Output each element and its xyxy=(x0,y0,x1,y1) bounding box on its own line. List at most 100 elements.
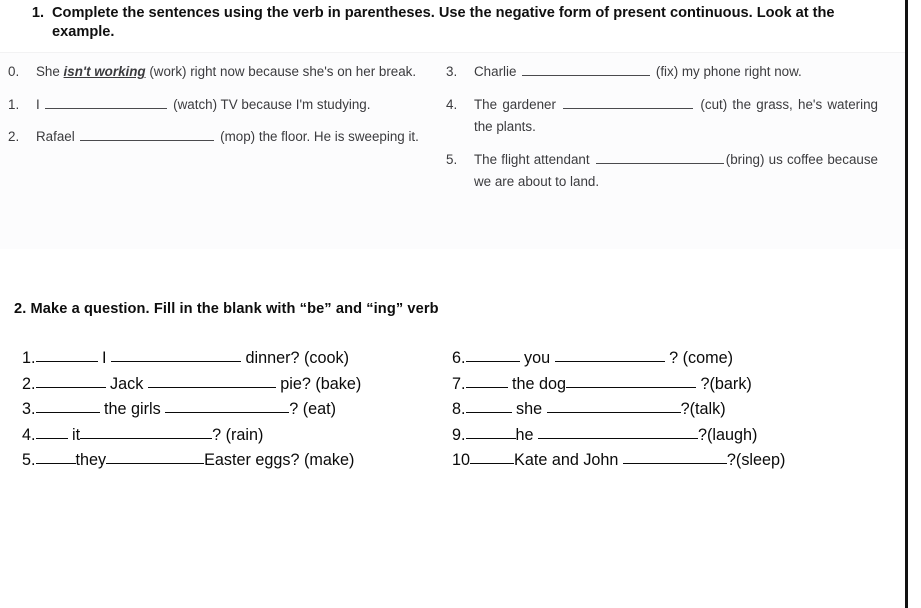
exercise-1-item-text: Charlie (fix) my phone right now. xyxy=(474,61,878,84)
sentence-suffix: (fix) my phone right now. xyxy=(652,64,802,79)
object-and-cue-text: ?(sleep) xyxy=(726,451,786,470)
object-and-cue-text: ? (rain) xyxy=(212,425,264,444)
exercise-2-item: 1. I dinner? (cook) xyxy=(22,346,361,372)
exercise-1-item: 2. Rafael (mop) the floor. He is sweeping… xyxy=(8,126,432,149)
subject-text: she xyxy=(511,400,547,419)
exercise-2-item-number: 3. xyxy=(22,400,36,419)
exercise-2-item: 2. Jack pie? (bake) xyxy=(22,372,361,398)
ing-verb-blank[interactable] xyxy=(546,398,681,414)
subject-text: Kate and John xyxy=(514,451,623,470)
exercise-2-item: 6. you ? (come) xyxy=(452,346,785,372)
answer-blank[interactable] xyxy=(45,95,168,109)
exercise-2-item-number: 7. xyxy=(452,374,466,393)
be-verb-blank[interactable] xyxy=(465,373,508,388)
subject-text: Jack xyxy=(105,374,148,393)
be-verb-blank[interactable] xyxy=(465,424,516,439)
exercise-2-item-number: 4. xyxy=(22,425,36,444)
subject-text: the girls xyxy=(99,400,166,419)
exercise-1-item-number: 4. xyxy=(446,96,458,112)
ing-verb-blank[interactable] xyxy=(80,424,213,439)
be-verb-blank[interactable] xyxy=(35,347,98,362)
sentence-prefix: Rafael xyxy=(36,129,79,144)
exercise-2-item-number: 5. xyxy=(22,451,36,470)
exercise-2-item-number: 6. xyxy=(452,349,466,367)
sentence-prefix: Charlie xyxy=(474,64,521,79)
be-verb-blank[interactable] xyxy=(35,424,68,439)
subject-text: they xyxy=(75,451,107,470)
subject-text: I xyxy=(97,349,112,367)
exercise-2-item: 7. the dog ?(bark) xyxy=(452,372,785,398)
exercise-1-item-number: 3. xyxy=(446,64,458,79)
exercise-2-item-number: 2. xyxy=(22,374,36,393)
exercise-2-item-number: 9. xyxy=(452,425,466,444)
object-and-cue-text: dinner? (cook) xyxy=(241,349,350,367)
ing-verb-blank[interactable] xyxy=(106,449,205,465)
exercise-2-item: 3. the girls ? (eat) xyxy=(22,397,361,423)
ing-verb-blank[interactable] xyxy=(165,398,290,414)
ing-verb-blank[interactable] xyxy=(111,347,242,362)
instruction-1: 1. Complete the sentences using the verb… xyxy=(18,4,878,42)
page-scan-edge xyxy=(905,0,908,608)
sentence-suffix: (work) right now because she's on her br… xyxy=(145,64,417,79)
ing-verb-blank[interactable] xyxy=(147,373,276,388)
instruction-1-text: Complete the sentences using the verb in… xyxy=(52,5,835,40)
exercise-1-item-number: 5. xyxy=(446,151,458,167)
example-answer: isn't working xyxy=(63,64,146,79)
exercise-1-right-column: 3. Charlie (fix) my phone right now. 4. The… xyxy=(446,61,878,204)
be-verb-blank[interactable] xyxy=(465,398,512,414)
be-verb-blank[interactable] xyxy=(465,347,520,362)
be-verb-blank[interactable] xyxy=(470,449,515,465)
object-and-cue-text: pie? (bake) xyxy=(275,374,362,393)
exercise-1-item-text: I (watch) TV because I'm studying. xyxy=(36,94,432,117)
sentence-suffix: (mop) the floor. He is sweeping it. xyxy=(216,129,419,144)
ing-verb-blank[interactable] xyxy=(538,424,699,439)
be-verb-blank[interactable] xyxy=(35,398,100,414)
object-and-cue-text: ? (eat) xyxy=(289,400,336,419)
exercise-1-item-text: The flight attendant (bring) us coffee b… xyxy=(474,149,878,194)
sentence-prefix: The gardener xyxy=(474,96,562,112)
exercise-2-item: 10 Kate and John ?(sleep) xyxy=(452,448,785,474)
ing-verb-blank[interactable] xyxy=(622,449,727,465)
exercise-2-right-column: 6. you ? (come) 7. the dog ?(bark) 8. she … xyxy=(452,346,785,474)
sentence-prefix: The flight attendant xyxy=(474,151,594,167)
answer-blank[interactable] xyxy=(595,150,724,164)
subject-text: you xyxy=(519,349,555,367)
answer-blank[interactable] xyxy=(563,95,694,109)
exercise-2-item: 8. she ?(talk) xyxy=(452,397,785,423)
exercise-1-item-number: 1. xyxy=(8,96,20,112)
exercise-1-item: 1. I (watch) TV because I'm studying. xyxy=(8,94,432,117)
sentence-prefix: I xyxy=(36,96,44,112)
exercise-1-item-number: 0. xyxy=(8,64,20,79)
exercise-1-item: 5. The flight attendant (bring) us coffee… xyxy=(446,149,878,194)
exercise-2-item: 9. he ?(laugh) xyxy=(452,423,785,449)
be-verb-blank[interactable] xyxy=(35,373,106,388)
exercise-1-item: 0. She isn't working (work) right now bec… xyxy=(8,61,432,84)
exercise-1-item: 4. The gardener (cut) the grass, he's wat… xyxy=(446,94,878,139)
subject-text: he xyxy=(515,425,539,444)
object-and-cue-text: ?(talk) xyxy=(680,400,726,419)
ing-verb-blank[interactable] xyxy=(554,347,665,362)
answer-blank[interactable] xyxy=(522,62,651,76)
object-and-cue-text: Easter eggs? (make) xyxy=(204,451,355,470)
sentence-prefix: She xyxy=(36,64,64,79)
be-verb-blank[interactable] xyxy=(35,449,76,465)
exercise-1-item-text: Rafael (mop) the floor. He is sweeping i… xyxy=(36,126,432,149)
object-and-cue-text: ? (come) xyxy=(664,349,733,367)
exercise-1-item-number: 2. xyxy=(8,129,20,144)
exercise-1-box: 0. She isn't working (work) right now bec… xyxy=(0,52,905,249)
exercise-1-item: 3. Charlie (fix) my phone right now. xyxy=(446,61,878,84)
ing-verb-blank[interactable] xyxy=(566,373,697,388)
object-and-cue-text: ?(bark) xyxy=(696,374,752,393)
subject-text: the dog xyxy=(507,374,567,393)
answer-blank[interactable] xyxy=(80,127,215,141)
instruction-2: 2. Make a question. Fill in the blank wi… xyxy=(14,301,439,317)
exercise-2-item: 5. they Easter eggs? (make) xyxy=(22,448,361,474)
subject-text: it xyxy=(67,425,81,444)
exercise-1-item-text: She isn't working (work) right now becau… xyxy=(36,61,432,84)
sentence-suffix: (watch) TV because I'm studying. xyxy=(169,96,371,112)
exercise-2-left-column: 1. I dinner? (cook) 2. Jack pie? (bake) 3.… xyxy=(22,346,361,474)
exercise-2-item: 4. it ? (rain) xyxy=(22,423,361,449)
exercise-2-item-number: 8. xyxy=(452,400,466,419)
exercise-2-item-number: 10 xyxy=(452,451,471,470)
object-and-cue-text: ?(laugh) xyxy=(698,425,758,444)
